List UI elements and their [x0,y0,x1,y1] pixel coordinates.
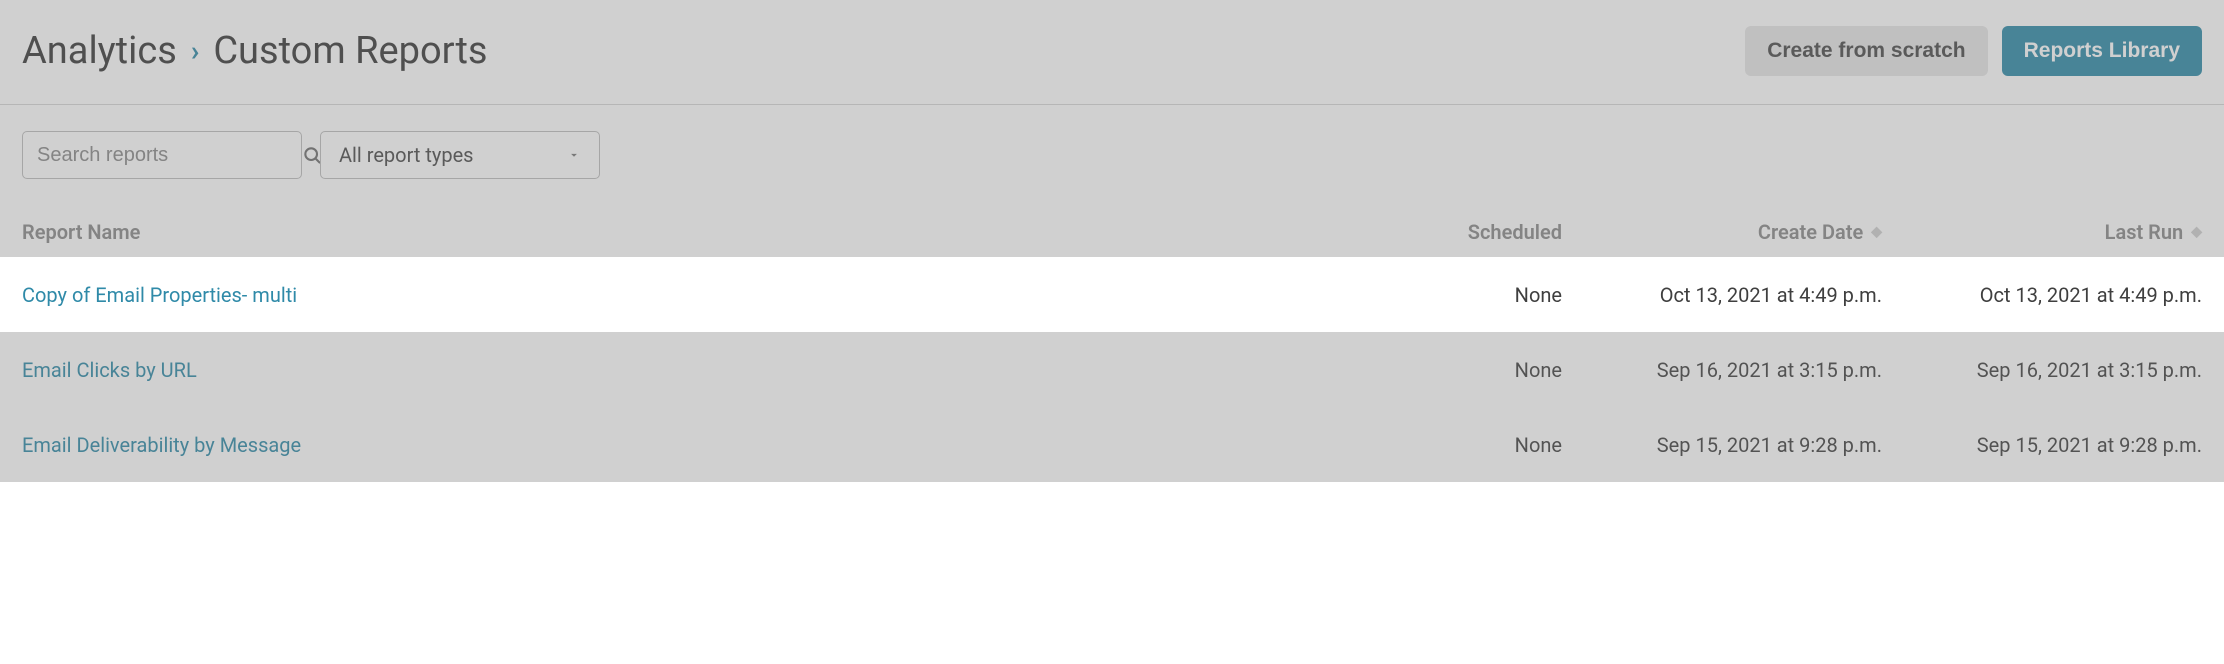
sort-icon: ◆ [1871,224,1882,240]
table-row: Copy of Email Properties- multi None Oct 1… [0,257,2224,332]
report-link[interactable]: Email Clicks by URL [22,358,197,382]
search-input[interactable] [37,144,302,167]
cell-scheduled: None [1362,283,1562,307]
search-input-wrap[interactable] [22,131,302,179]
cell-report-name: Email Deliverability by Message [22,433,1352,457]
cell-last-run: Sep 15, 2021 at 9:28 p.m. [1892,433,2202,457]
reports-library-button[interactable]: Reports Library [2002,26,2202,76]
col-report-name[interactable]: Report Name [22,220,1352,244]
page-header: Analytics › Custom Reports Create from s… [0,0,2224,104]
cell-create-date: Oct 13, 2021 at 4:49 p.m. [1572,283,1882,307]
col-scheduled[interactable]: Scheduled [1362,220,1562,244]
col-last-run[interactable]: Last Run ◆ [1892,220,2202,244]
cell-create-date: Sep 15, 2021 at 9:28 p.m. [1572,433,1882,457]
breadcrumb-root[interactable]: Analytics [22,29,177,73]
filters-bar: All report types [0,105,2224,207]
cell-report-name: Copy of Email Properties- multi [22,283,1352,307]
chevron-down-icon [567,143,581,167]
cell-report-name: Email Clicks by URL [22,358,1352,382]
col-create-date[interactable]: Create Date ◆ [1572,220,1882,244]
table-row: Email Deliverability by Message None Sep 1… [0,407,2224,482]
report-link[interactable]: Copy of Email Properties- multi [22,283,297,307]
report-link[interactable]: Email Deliverability by Message [22,433,301,457]
table-row: Email Clicks by URL None Sep 16, 2021 at 3… [0,332,2224,407]
search-icon [302,145,322,165]
col-report-name-label: Report Name [22,220,140,244]
chevron-right-icon: › [191,37,199,65]
report-type-selected: All report types [339,143,474,167]
reports-table: Report Name Scheduled Create Date ◆ Last… [0,207,2224,482]
cell-last-run: Oct 13, 2021 at 4:49 p.m. [1892,283,2202,307]
col-last-run-label: Last Run [2105,220,2184,244]
sort-icon: ◆ [2191,224,2202,240]
col-create-date-label: Create Date [1758,220,1863,244]
cell-scheduled: None [1362,358,1562,382]
header-actions: Create from scratch Reports Library [1745,26,2202,76]
breadcrumb-current: Custom Reports [213,29,487,73]
col-scheduled-label: Scheduled [1468,220,1562,244]
cell-scheduled: None [1362,433,1562,457]
breadcrumb: Analytics › Custom Reports [22,29,488,73]
cell-create-date: Sep 16, 2021 at 3:15 p.m. [1572,358,1882,382]
report-type-select[interactable]: All report types [320,131,600,179]
create-from-scratch-button[interactable]: Create from scratch [1745,26,1987,76]
cell-last-run: Sep 16, 2021 at 3:15 p.m. [1892,358,2202,382]
table-header: Report Name Scheduled Create Date ◆ Last… [0,207,2224,257]
